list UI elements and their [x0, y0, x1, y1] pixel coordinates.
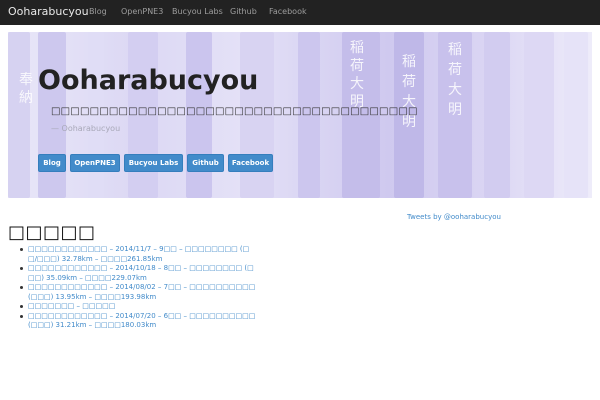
hero-button-github[interactable]: Github	[187, 154, 224, 172]
nav-link-facebook[interactable]: Facebook	[269, 7, 307, 17]
bullet-icon	[20, 248, 23, 251]
hero-button-bucyou-labs[interactable]: Bucyou Labs	[124, 154, 183, 172]
banner-kanji: 納	[19, 90, 33, 106]
banner-kanji: 荷	[448, 62, 462, 78]
banner-kanji: 大	[350, 76, 364, 92]
banner-kanji: 稲	[402, 54, 416, 70]
post-link[interactable]: (□□□) 31.21km – □□□□180.03km	[28, 321, 255, 331]
post-link[interactable]: □/□□□) 32.78km – □□□□261.85km	[28, 255, 255, 265]
nav-link-github[interactable]: Github	[230, 7, 257, 17]
hero-button-facebook[interactable]: Facebook	[228, 154, 273, 172]
banner-kanji: 荷	[350, 58, 364, 74]
hero-jumbotron: 稲 荷 大 明 稲 荷 大 明 奉 納 稲 荷 大 明 Ooharabucyou…	[8, 32, 592, 198]
banner-kanji: 大	[448, 82, 462, 98]
top-navbar: Ooharabucyou Blog OpenPNE3 Bucyou Labs G…	[0, 0, 600, 25]
post-link[interactable]: □□□□□□□□□□□□ – 2014/07/20 – 6□□ – □□□□□□…	[28, 312, 255, 322]
post-link[interactable]: □□□□□□□□□□□□ – 2014/08/02 – 7□□ – □□□□□□…	[28, 283, 255, 293]
bullet-icon	[20, 267, 23, 270]
list-item: □□□□□□□□□□□□ – 2014/10/18 – 8□□ – □□□□□□…	[20, 264, 255, 283]
twitter-timeline-link[interactable]: Tweets by @ooharabucyou	[407, 213, 501, 222]
post-link[interactable]: □□□□□□□ – □□□□□	[28, 302, 255, 312]
bullet-icon	[20, 314, 23, 318]
list-item: □□□□□□□□□□□□ – 2014/07/20 – 6□□ – □□□□□□…	[20, 312, 255, 331]
banner-kanji: 稲	[350, 40, 364, 56]
post-link[interactable]: □□□□□□□□□□□□ – 2014/11/7 – 9□□ – □□□□□□□…	[28, 245, 255, 255]
list-item: □□□□□□□ – □□□□□	[20, 302, 255, 312]
list-item: □□□□□□□□□□□□ – 2014/11/7 – 9□□ – □□□□□□□…	[20, 245, 255, 264]
hero-description: □□□□□□□□□□□□□□□□□□□□□□□□□□□□□□□□□□□□□□	[51, 106, 418, 117]
bullet-icon	[20, 305, 23, 308]
banner-kanji: 稲	[448, 42, 462, 58]
banner-kanji: 明	[448, 102, 462, 118]
hero-button-blog[interactable]: Blog	[38, 154, 66, 172]
nav-link-blog[interactable]: Blog	[89, 7, 107, 17]
post-link[interactable]: □□□□□□□□□□□□ – 2014/10/18 – 8□□ – □□□□□□…	[28, 264, 255, 274]
banner-kanji: 荷	[402, 74, 416, 90]
section-title: □□□□□	[8, 222, 96, 243]
bullet-icon	[20, 286, 23, 289]
post-link[interactable]: (□□□) 13.95km – □□□□193.98km	[28, 293, 255, 303]
post-list: □□□□□□□□□□□□ – 2014/11/7 – 9□□ – □□□□□□□…	[20, 245, 255, 331]
hero-citation: — Ooharabucyou	[51, 124, 121, 133]
banner-kanji: 奉	[19, 72, 33, 88]
nav-link-bucyou-labs[interactable]: Bucyou Labs	[172, 7, 223, 17]
nav-link-openpne3[interactable]: OpenPNE3	[121, 7, 163, 17]
brand-link[interactable]: Ooharabucyou	[8, 5, 89, 19]
hero-title: Ooharabucyou	[38, 65, 259, 96]
hero-button-openpne3[interactable]: OpenPNE3	[70, 154, 120, 172]
post-link[interactable]: □□) 35.09km – □□□□229.07km	[28, 274, 255, 284]
list-item: □□□□□□□□□□□□ – 2014/08/02 – 7□□ – □□□□□□…	[20, 283, 255, 302]
